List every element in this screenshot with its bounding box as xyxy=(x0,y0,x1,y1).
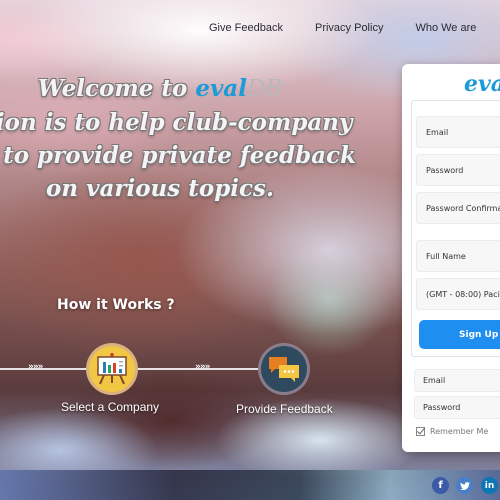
presentation-chart-icon xyxy=(97,353,127,385)
login-email-input[interactable]: Email xyxy=(414,369,500,392)
sign-up-button[interactable]: Sign Up xyxy=(419,320,500,349)
nav-who-we-are[interactable]: Who We are xyxy=(399,18,492,38)
step-select-company-label: Select a Company xyxy=(61,400,160,414)
hero-headline: Welcome to evalDB ssion is to help club-… xyxy=(0,72,357,205)
mission-line-1: ssion is to help club-company xyxy=(0,109,353,136)
brand-eval: eval xyxy=(195,75,247,102)
mission-line-2: rs to provide private feedback xyxy=(0,142,357,169)
how-it-works-title: How it Works ? xyxy=(57,297,175,313)
welcome-text: Welcome to xyxy=(37,75,196,102)
linkedin-icon[interactable]: in xyxy=(481,477,498,494)
chevrons-icon: »»» xyxy=(195,362,210,372)
signup-password-confirmation-input[interactable]: Password Confirmation xyxy=(416,192,500,224)
nav-privacy-policy[interactable]: Privacy Policy xyxy=(299,18,399,38)
nav-contact[interactable]: Co xyxy=(492,18,500,38)
timezone-select[interactable]: (GMT - 08:00) Pacific Time xyxy=(416,278,500,310)
brand-db: DB xyxy=(246,76,283,102)
remember-me[interactable]: Remember Me xyxy=(416,427,488,436)
welcome-line: Welcome to evalDB xyxy=(0,72,350,106)
mission-line-3: on various topics. xyxy=(46,175,274,202)
facebook-icon[interactable]: f xyxy=(432,477,449,494)
signup-password-input[interactable]: Password xyxy=(416,154,500,186)
step-select-company-icon xyxy=(86,343,138,395)
nav-give-feedback[interactable]: Give Feedback xyxy=(193,18,299,38)
twitter-bird-icon xyxy=(459,481,470,490)
chevrons-icon: »»» xyxy=(28,362,43,372)
signup-email-input[interactable]: Email xyxy=(416,116,500,148)
remember-me-checkbox[interactable] xyxy=(416,427,425,436)
twitter-icon[interactable] xyxy=(456,477,473,494)
card-logo: eval xyxy=(464,71,500,97)
signup-full-name-input[interactable]: Full Name xyxy=(416,240,500,272)
login-password-input[interactable]: Password xyxy=(414,396,500,419)
step-provide-feedback-label: Provide Feedback xyxy=(236,402,333,416)
remember-me-label: Remember Me xyxy=(430,427,489,436)
step-provide-feedback-icon xyxy=(258,343,310,395)
top-nav: Give Feedback Privacy Policy Who We are … xyxy=(193,18,500,38)
chat-bubbles-icon xyxy=(269,357,299,382)
timeline-line xyxy=(0,368,290,370)
footer-band xyxy=(0,470,500,500)
